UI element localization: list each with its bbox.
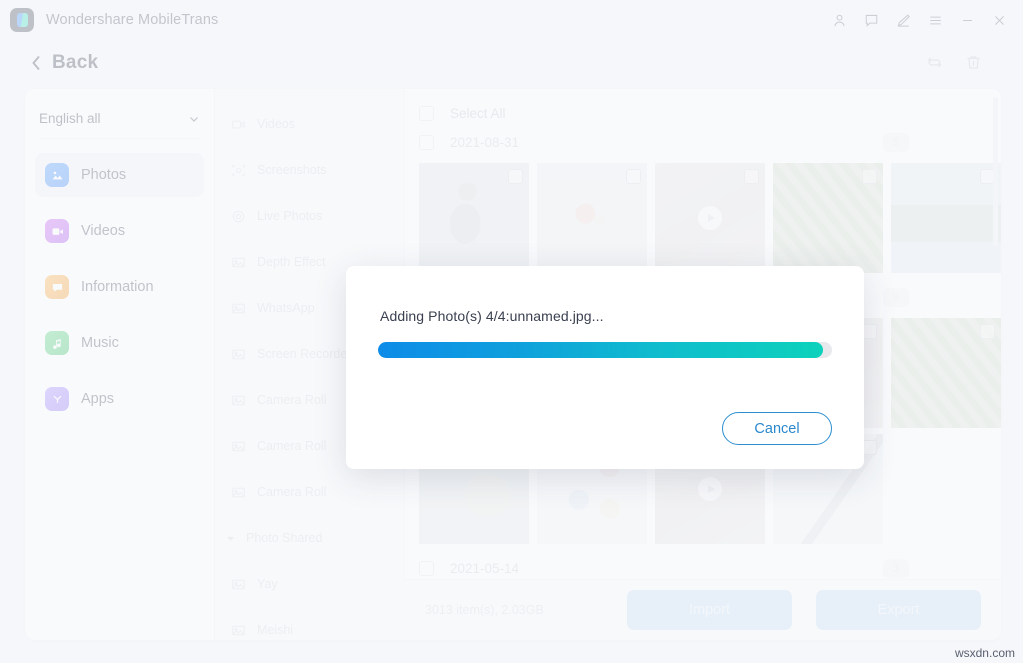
progress-status-text: Adding Photo(s) 4/4:unnamed.jpg... <box>380 308 604 324</box>
watermark: wsxdn.com <box>954 646 1015 660</box>
progress-bar-track <box>378 342 832 358</box>
cancel-button[interactable]: Cancel <box>722 412 832 445</box>
progress-dialog: Adding Photo(s) 4/4:unnamed.jpg... Cance… <box>346 266 864 469</box>
application-window: Wondershare MobileTrans <box>0 0 1023 663</box>
progress-bar-fill <box>378 342 823 358</box>
